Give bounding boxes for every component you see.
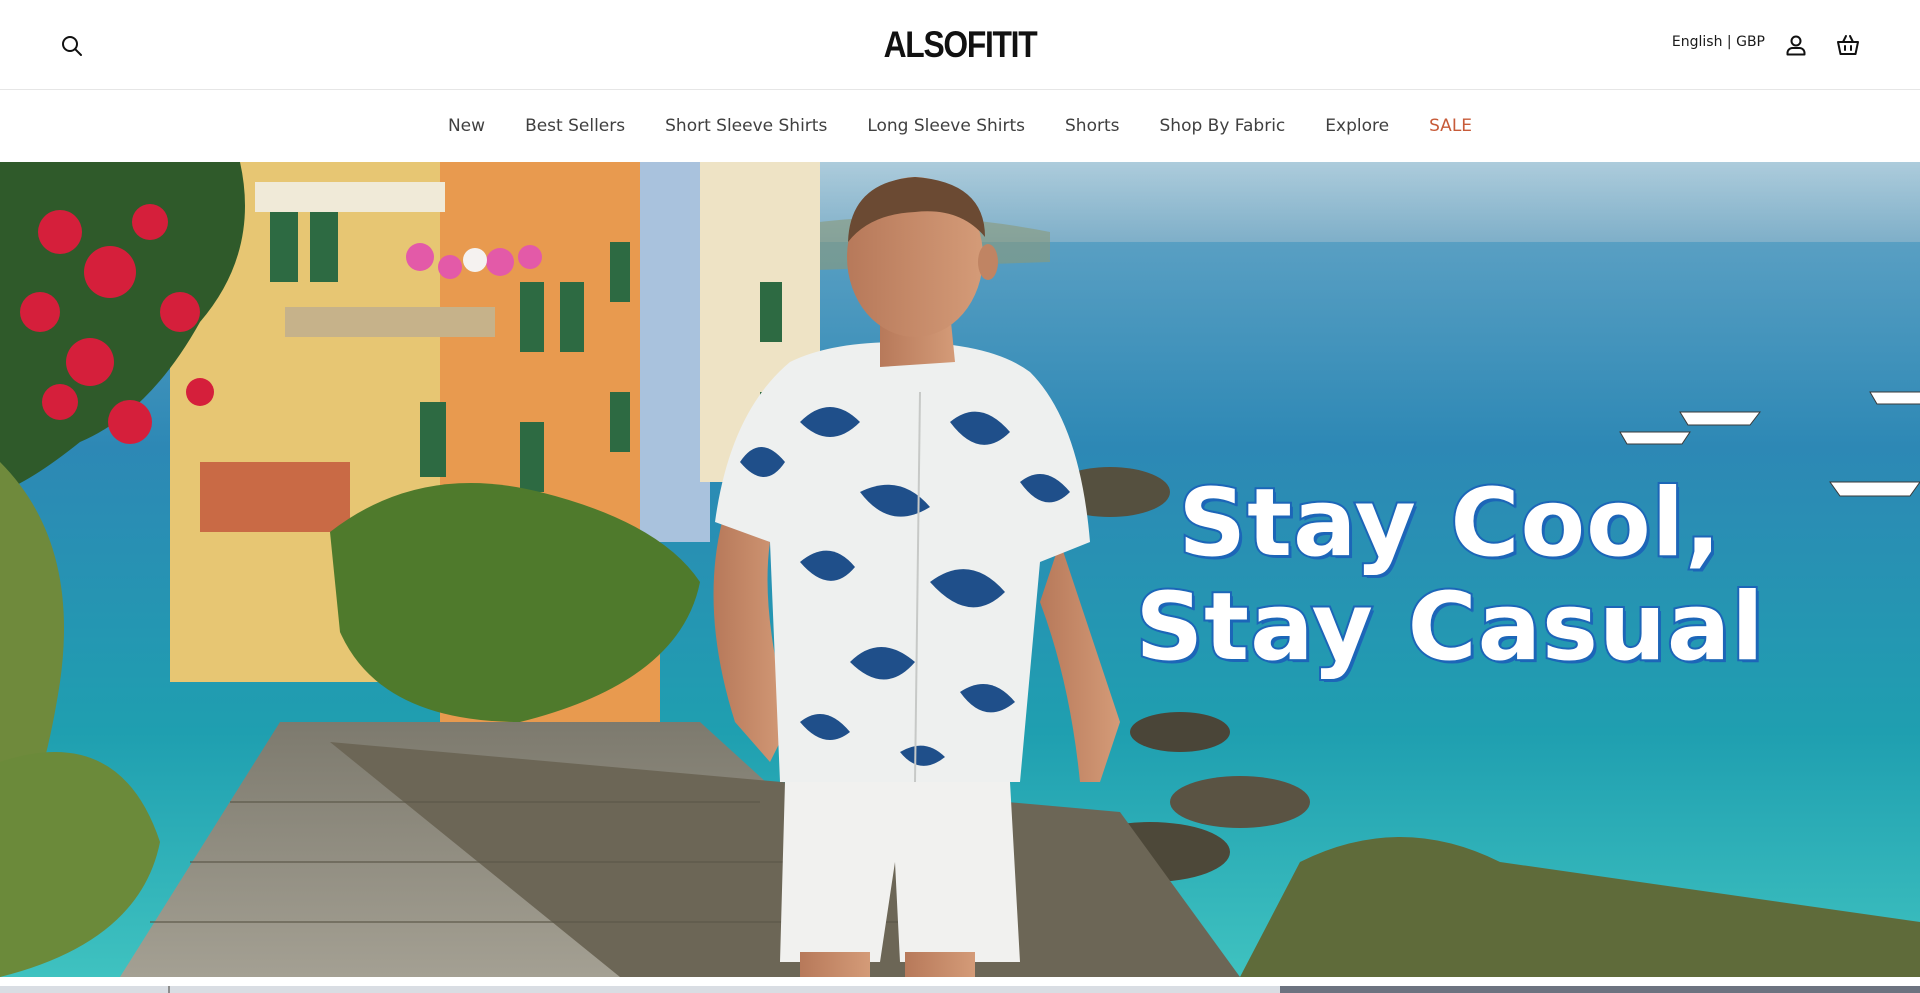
hero-headline-line1: Stay Cool, — [1176, 469, 1722, 578]
preview-tile-right — [1280, 986, 1920, 993]
nav-item-shorts[interactable]: Shorts — [1065, 116, 1119, 136]
account-button[interactable] — [1782, 31, 1810, 59]
nav-item-sale[interactable]: SALE — [1429, 116, 1472, 136]
main-navigation: New Best Sellers Short Sleeve Shirts Lon… — [0, 90, 1920, 162]
cart-button[interactable] — [1834, 31, 1862, 59]
next-section-preview — [0, 977, 1920, 993]
search-icon — [62, 36, 82, 56]
basket-icon — [1837, 35, 1859, 55]
nav-item-explore[interactable]: Explore — [1325, 116, 1389, 136]
site-logo[interactable]: ALSOFITIT — [857, 22, 1063, 68]
hero-banner[interactable]: Stay Cool, Stay Casual — [0, 162, 1920, 977]
hero-headline: Stay Cool, Stay Casual — [1090, 469, 1810, 682]
nav-item-short-sleeve-shirts[interactable]: Short Sleeve Shirts — [665, 116, 827, 136]
nav-item-long-sleeve-shirts[interactable]: Long Sleeve Shirts — [867, 116, 1025, 136]
search-button[interactable] — [58, 32, 86, 60]
nav-item-new[interactable]: New — [448, 116, 485, 136]
preview-tile-left — [0, 986, 1280, 993]
nav-item-shop-by-fabric[interactable]: Shop By Fabric — [1160, 116, 1286, 136]
user-icon — [1786, 35, 1806, 56]
preview-divider — [168, 986, 170, 993]
nav-item-best-sellers[interactable]: Best Sellers — [525, 116, 625, 136]
site-header: ALSOFITIT English | GBP — [0, 0, 1920, 90]
locale-selector[interactable]: English | GBP — [1672, 34, 1765, 50]
hero-headline-line2: Stay Casual — [1133, 573, 1765, 682]
